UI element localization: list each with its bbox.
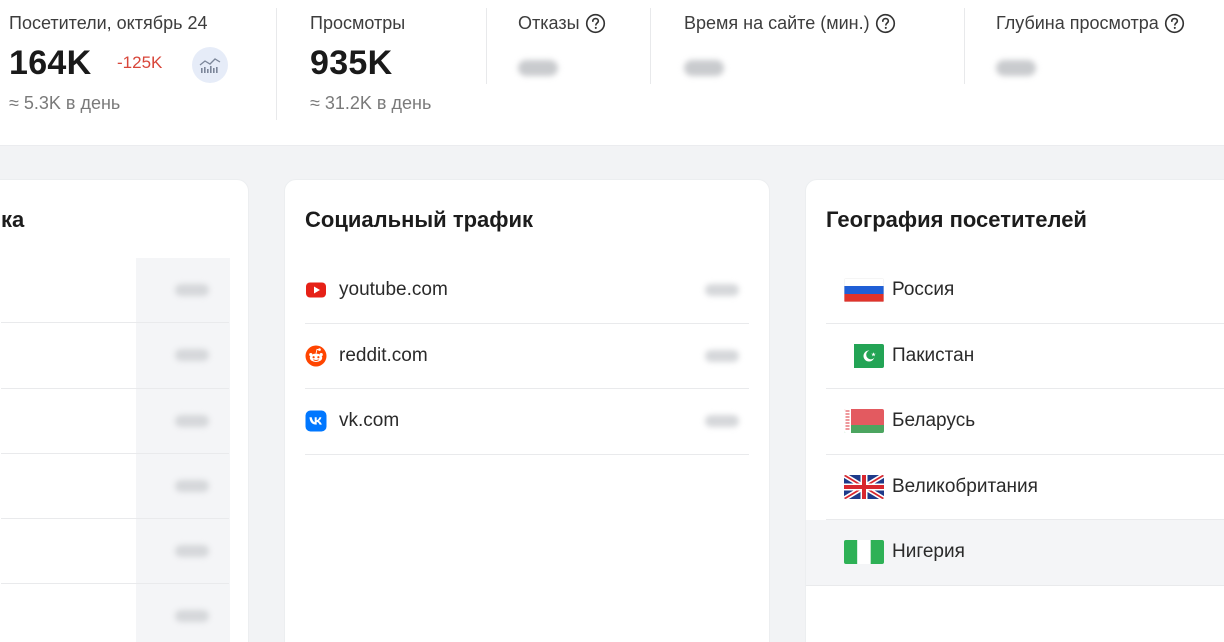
depth-value-hidden (996, 60, 1036, 76)
views-title: Просмотры (310, 13, 406, 33)
list-item-nigeria[interactable]: Нигерия (806, 520, 1224, 586)
geography-card: География посетителей Россия Пакистан Бе… (805, 179, 1224, 642)
reddit-icon (305, 345, 327, 367)
row-label: Беларусь (892, 410, 976, 432)
list-item-russia[interactable]: Россия (826, 258, 1224, 324)
visitors-delta: -125K (117, 53, 163, 72)
sources-list: и (1, 258, 229, 642)
russia-flag-icon (844, 278, 884, 303)
depth-title: Глубина просмотра (996, 13, 1159, 33)
metric-title: Время на сайте (мин.) (684, 13, 896, 34)
views-per-day: ≈ 31.2K в день (310, 93, 432, 113)
visitors-per-day: ≈ 5.3K в день (9, 93, 121, 113)
list-item-youtube[interactable]: youtube.com (305, 258, 749, 324)
row-value-hidden (175, 610, 209, 623)
list-item[interactable] (1, 258, 229, 324)
row-label: Великобритания (892, 475, 1038, 497)
uk-flag-icon (844, 474, 884, 499)
row-value-hidden (175, 545, 209, 558)
list-item-reddit[interactable]: reddit.com (305, 324, 749, 389)
metric-title: Посетители, октябрь 24 (9, 13, 207, 34)
row-label: Нигерия (892, 541, 965, 563)
divider (486, 8, 487, 84)
list-item-belarus[interactable]: Беларусь (826, 389, 1224, 455)
youtube-icon (306, 282, 326, 298)
bounces-title: Отказы (518, 13, 580, 33)
list-item[interactable] (1, 584, 229, 642)
help-icon[interactable] (1164, 13, 1185, 34)
metric-title: Отказы (518, 13, 606, 34)
chart-icon (199, 58, 221, 73)
time-title: Время на сайте (мин.) (684, 13, 870, 33)
views-value: 935K (310, 44, 393, 82)
geo-list: Россия Пакистан Беларусь Великобритания … (806, 258, 1224, 586)
pakistan-flag-icon (844, 343, 884, 368)
nigeria-flag-icon (844, 540, 884, 565)
visitors-value: 164K (9, 44, 92, 82)
card-title: Социальный трафик (305, 207, 534, 232)
row-label: Россия (892, 279, 955, 301)
help-icon[interactable] (585, 13, 606, 34)
visitors-title: Посетители, октябрь 24 (9, 13, 208, 33)
row-label: Пакистан (892, 344, 975, 366)
row-label: youtube.com (339, 279, 448, 301)
list-item-vk[interactable]: vk.com (305, 389, 749, 455)
metrics-strip: Посетители, октябрь 24 164K -125K ≈ 5.3K… (0, 0, 1224, 146)
divider (276, 8, 277, 120)
sources-card: ка и (0, 179, 249, 642)
row-value-hidden (705, 415, 739, 427)
row-label: vk.com (339, 410, 400, 432)
list-item[interactable] (1, 454, 229, 520)
vk-icon (305, 410, 327, 432)
time-value-hidden (684, 60, 724, 76)
belarus-flag-icon (844, 409, 884, 434)
chart-button[interactable] (192, 47, 228, 83)
list-item[interactable] (1, 323, 229, 389)
row-value-hidden (705, 284, 739, 296)
bounces-value-hidden (518, 60, 558, 76)
list-item-pakistan[interactable]: Пакистан (826, 324, 1224, 389)
card-title: ка (1, 207, 25, 232)
card-title: География посетителей (826, 207, 1087, 232)
list-item-uk[interactable]: Великобритания (826, 455, 1224, 520)
metric-title: Глубина просмотра (996, 13, 1185, 34)
row-value-hidden (175, 284, 209, 296)
row-label: reddit.com (339, 344, 428, 366)
row-value-hidden (175, 349, 209, 362)
row-value-hidden (175, 414, 209, 427)
metric-title: Просмотры (310, 13, 405, 34)
row-value-hidden (705, 349, 739, 362)
divider (650, 8, 651, 84)
help-icon[interactable] (875, 13, 896, 34)
social-traffic-card: Социальный трафик youtube.com reddit.com… (284, 179, 770, 642)
list-item[interactable]: и (1, 519, 229, 585)
list-item[interactable] (1, 389, 229, 454)
divider (964, 8, 965, 84)
row-value-hidden (175, 479, 209, 492)
social-list: youtube.com reddit.com vk.com (305, 258, 749, 455)
